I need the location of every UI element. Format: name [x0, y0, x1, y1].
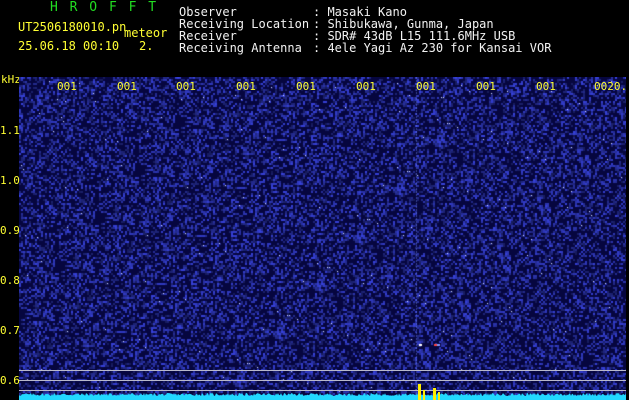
x-tick-6: 001: [356, 80, 376, 93]
tag: meteor: [124, 26, 168, 40]
program-name: H R O F F T: [50, 0, 159, 15]
x-tick-2: 001: [117, 80, 137, 93]
echo-spike-4: [438, 392, 440, 400]
reference-line-upper: [19, 370, 626, 371]
y-tick-1.1: 1.1: [0, 124, 20, 137]
y-tick-1.0: 1.0: [0, 174, 20, 187]
y-tick-0.8: 0.8: [0, 274, 20, 287]
x-tick-10: 0020.: [594, 80, 628, 93]
echo-spike-2: [423, 390, 425, 400]
y-tick-0.9: 0.9: [0, 224, 20, 237]
x-tick-8: 001: [476, 80, 496, 93]
datetime: 25.06.18 00:10: [18, 39, 120, 53]
x-tick-3: 001: [176, 80, 196, 93]
echo-spike-1: [418, 384, 421, 400]
spectrum-fill: [19, 393, 626, 400]
filename: UT2506180010.pn: [18, 20, 127, 34]
antenna-value: : 4ele Yagi Az 230 for Kansai VOR: [313, 41, 552, 55]
x-tick-1: 001: [57, 80, 77, 93]
spectrum-trace: [19, 384, 626, 400]
spectrogram: [19, 77, 626, 400]
y-unit-label: kHz: [1, 73, 21, 86]
y-tick-0.6: 0.6: [0, 374, 20, 387]
y-tick-0.7: 0.7: [0, 324, 20, 337]
x-tick-9: 001: [536, 80, 556, 93]
hrofft-window: H R O F F T UT2506180010.pn meteor 25.06…: [0, 0, 629, 400]
x-tick-7: 001: [416, 80, 436, 93]
antenna-label: Receiving Antenna: [179, 41, 302, 55]
x-tick-5: 001: [296, 80, 316, 93]
echo-spike-3: [433, 388, 436, 400]
spectrogram-noise: [19, 77, 626, 400]
index: 2.: [139, 39, 154, 53]
x-tick-4: 001: [236, 80, 256, 93]
